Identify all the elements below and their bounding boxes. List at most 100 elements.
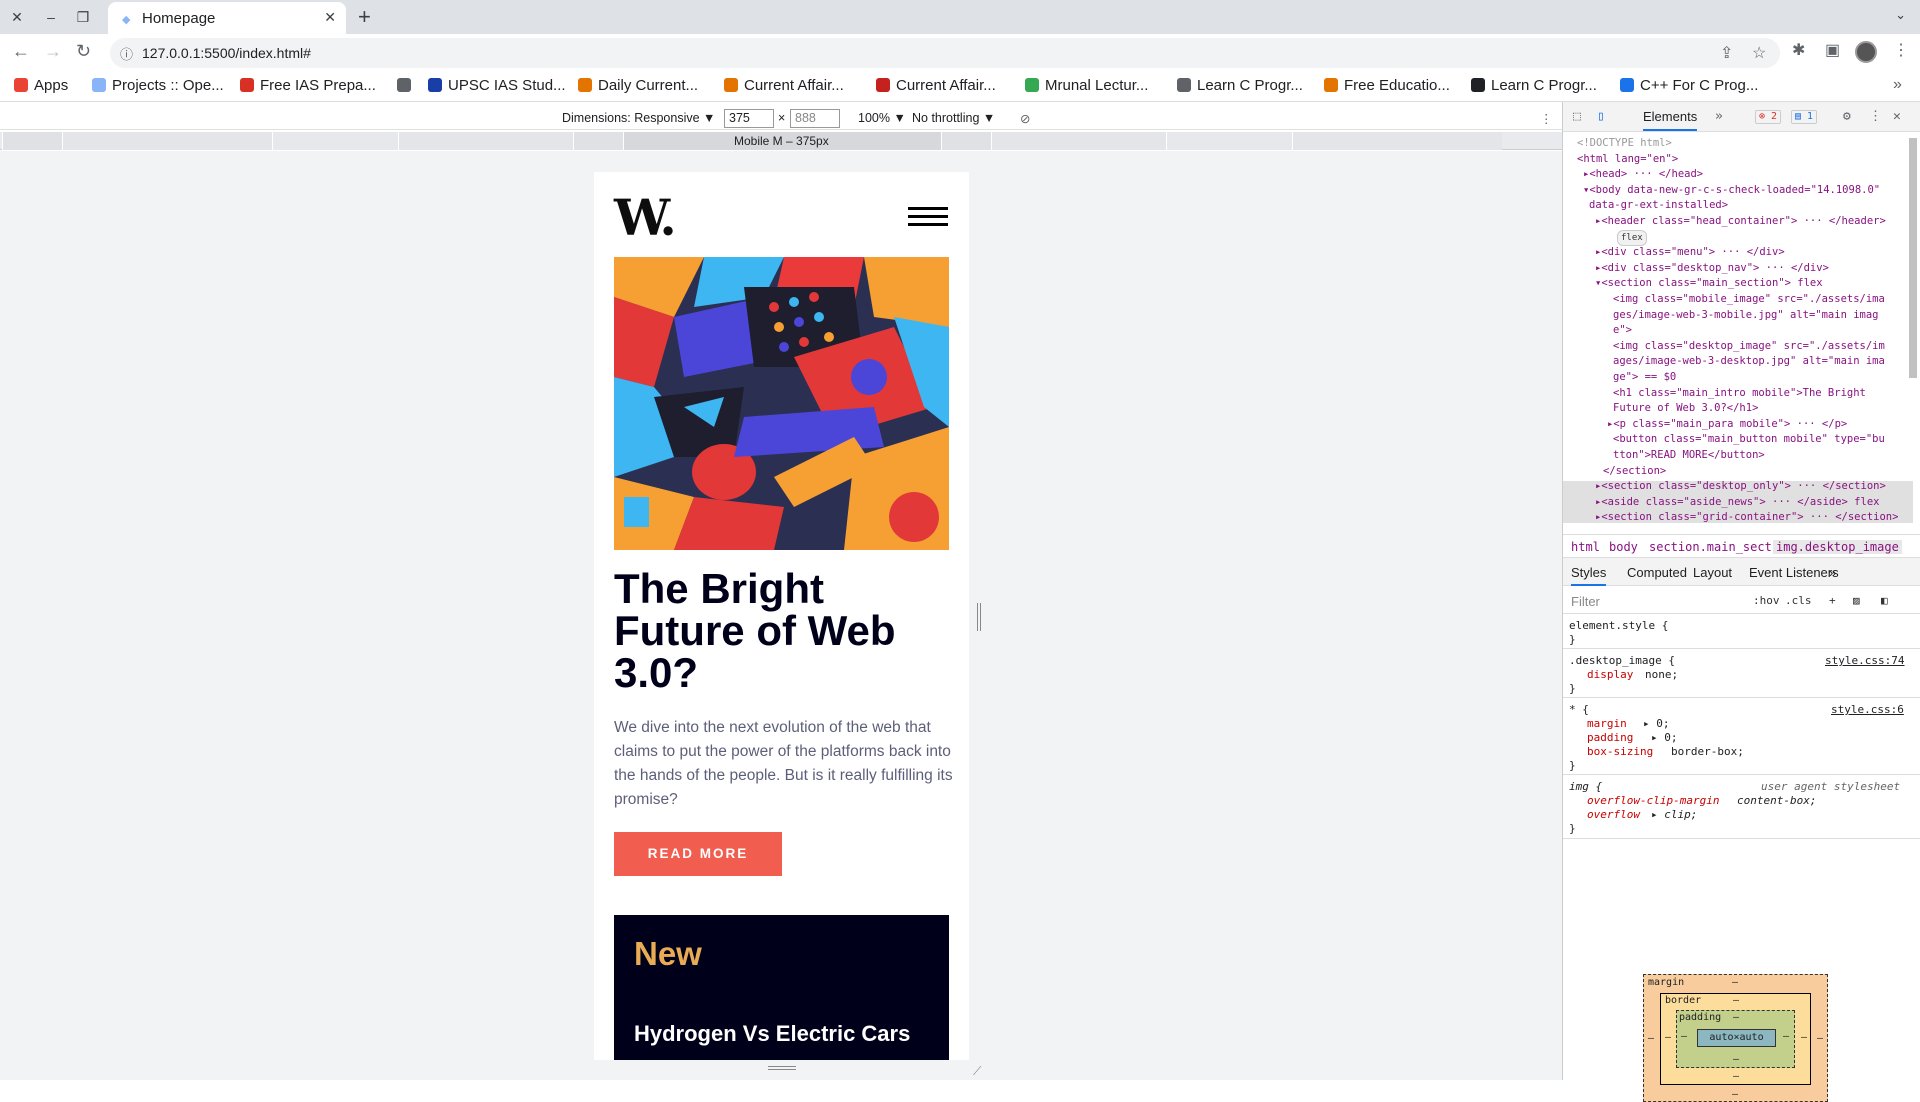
dom-tree[interactable]: <!DOCTYPE html> <html lang="en"> ▸<head> ·… — [1563, 134, 1913, 529]
minimize-window-icon[interactable]: – — [40, 6, 62, 28]
dom-node-line[interactable]: <img class="desktop_image" src="./assets… — [1613, 339, 1885, 353]
styles-tab[interactable]: » — [1829, 565, 1836, 580]
dom-node-line[interactable]: tton">READ MORE</button> — [1613, 448, 1765, 462]
border-top-value[interactable]: – — [1733, 995, 1739, 1006]
bookmark-item[interactable]: Free Educatio... — [1324, 77, 1450, 94]
dom-node-line[interactable]: Future of Web 3.0?</h1> — [1613, 401, 1758, 415]
back-arrow-icon[interactable]: ← — [12, 41, 30, 62]
bookmark-item[interactable]: Learn C Progr... — [1177, 77, 1303, 94]
add-rule-icon[interactable]: + — [1829, 594, 1836, 607]
viewport-resize-handle-bottom[interactable] — [768, 1066, 796, 1070]
browser-tab-homepage[interactable]: ◆ Homepage ✕ — [108, 2, 346, 34]
errors-badge[interactable]: ⊗ 2 — [1755, 110, 1782, 124]
margin-top-value[interactable]: – — [1732, 977, 1738, 988]
bookmark-item[interactable]: Projects :: Ope... — [92, 77, 224, 94]
dom-node-line[interactable]: ▸<div class="menu"> ··· </div> — [1595, 245, 1785, 259]
padding-right-value[interactable]: – — [1783, 1031, 1789, 1042]
ruler-segment[interactable] — [573, 132, 623, 150]
dom-node-line[interactable]: ▸<header class="head_container"> ··· </h… — [1595, 214, 1886, 228]
dom-node-line[interactable]: <h1 class="main_intro mobile">The Bright — [1613, 386, 1866, 400]
bookmark-item[interactable]: Daily Current... — [578, 77, 698, 94]
dom-node-line[interactable]: ▸<div class="desktop_nav"> ··· </div> — [1595, 261, 1829, 275]
dom-node-line[interactable]: <!DOCTYPE html> — [1577, 136, 1672, 150]
info-icon[interactable]: ⓘ — [120, 44, 133, 63]
viewport-resize-corner[interactable]: ⟋ — [973, 1064, 981, 1079]
styles-tab[interactable]: Event Listeners — [1749, 565, 1839, 580]
bookmark-star-icon[interactable]: ☆ — [1752, 43, 1766, 63]
messages-badge[interactable]: ▤ 1 — [1791, 110, 1818, 124]
dom-node-line[interactable]: <img class="mobile_image" src="./assets/… — [1613, 292, 1885, 306]
viewport-resize-handle-right[interactable] — [977, 603, 981, 631]
zoom-select[interactable]: 100% ▼ — [858, 111, 906, 125]
dom-node-line[interactable]: flex — [1617, 229, 1647, 246]
hov-toggle[interactable]: :hov — [1753, 594, 1780, 607]
forward-arrow-icon[interactable]: → — [44, 41, 62, 62]
css-value[interactable]: ▸ 0; — [1651, 731, 1678, 745]
breadcrumb-item[interactable]: body — [1609, 540, 1638, 554]
paint-icon[interactable]: ▨ — [1853, 594, 1860, 607]
dom-node-line[interactable]: ▸<p class="main_para mobile"> ··· </p> — [1607, 417, 1847, 431]
rotate-icon[interactable]: ⊘ — [1020, 111, 1030, 126]
share-icon[interactable]: ⇪ — [1720, 43, 1733, 63]
dom-node-line[interactable]: e"> — [1613, 323, 1632, 337]
close-devtools-icon[interactable]: ✕ — [1893, 109, 1901, 124]
address-bar[interactable]: ⓘ 127.0.0.1:5500/index.html# ⇪ ☆ — [110, 38, 1780, 68]
border-bottom-value[interactable]: – — [1733, 1071, 1739, 1082]
ruler-segment[interactable] — [1292, 132, 1502, 150]
url-text[interactable]: 127.0.0.1:5500/index.html# — [142, 45, 311, 61]
universal-source-link[interactable]: style.css:6 — [1831, 703, 1904, 717]
hamburger-menu-icon[interactable] — [908, 207, 948, 227]
sidebar-toggle-icon[interactable]: ◧ — [1881, 594, 1888, 607]
site-logo[interactable]: W. — [614, 188, 677, 247]
dom-node-line[interactable]: <html lang="en"> — [1577, 152, 1678, 166]
ruler-segment[interactable] — [1166, 132, 1292, 150]
dom-node-line[interactable]: data-gr-ext-installed> — [1589, 198, 1728, 212]
box-model-border[interactable]: border – – – – padding – – – – auto×auto — [1660, 993, 1811, 1085]
css-value[interactable]: none; — [1645, 668, 1678, 682]
tab-elements[interactable]: Elements — [1643, 109, 1698, 131]
bookmark-item[interactable] — [397, 77, 417, 94]
desktop-image-source-link[interactable]: style.css:74 — [1825, 654, 1904, 668]
css-property[interactable]: display — [1587, 668, 1633, 682]
dom-node-line[interactable]: ages/image-web-3-desktop.jpg" alt="main … — [1613, 354, 1885, 368]
bookmark-item[interactable]: C++ For C Prog... — [1620, 77, 1758, 94]
dom-node-line[interactable]: ▾<body data-new-gr-c-s-check-loaded="14.… — [1583, 183, 1880, 197]
css-property[interactable]: margin — [1587, 717, 1627, 731]
ruler-segment[interactable] — [272, 132, 398, 150]
css-value[interactable]: border-box; — [1671, 745, 1744, 759]
throttling-select[interactable]: No throttling ▼ — [912, 111, 995, 125]
ruler-segment[interactable] — [2, 132, 62, 150]
bookmark-item[interactable]: Mrunal Lectur... — [1025, 77, 1148, 94]
news-item-title[interactable]: Hydrogen Vs Electric Cars — [634, 1021, 910, 1047]
element-style-selector[interactable]: element.style { — [1569, 619, 1668, 633]
tab-close-icon[interactable]: ✕ — [324, 9, 336, 26]
filter-input[interactable]: Filter — [1571, 594, 1600, 609]
bookmark-item[interactable]: Current Affair... — [876, 77, 996, 94]
dimensions-select[interactable]: Dimensions: Responsive ▼ — [562, 111, 715, 125]
profile-avatar[interactable] — [1855, 41, 1877, 63]
padding-top-value[interactable]: – — [1733, 1012, 1739, 1023]
width-input[interactable]: 375 — [724, 109, 774, 128]
more-bookmarks-icon[interactable]: » — [1893, 76, 1902, 94]
device-options-icon[interactable]: ⋮ — [1540, 111, 1553, 126]
breadcrumb-item[interactable]: section.main_section — [1649, 540, 1794, 554]
dom-node-line[interactable]: ▸<section class="grid-container"> ··· </… — [1595, 510, 1898, 524]
padding-bottom-value[interactable]: – — [1733, 1054, 1739, 1065]
bookmark-item[interactable]: UPSC IAS Stud... — [428, 77, 566, 94]
cls-toggle[interactable]: .cls — [1785, 594, 1812, 607]
dom-scrollbar[interactable] — [1909, 138, 1917, 378]
dom-node-line[interactable]: ▸<section class="desktop_only"> ··· </se… — [1595, 479, 1886, 493]
bookmark-item[interactable]: Current Affair... — [724, 77, 844, 94]
device-toggle-icon[interactable]: ▯ — [1597, 109, 1605, 124]
bookmark-item[interactable]: Free IAS Prepa... — [240, 77, 376, 94]
restore-window-icon[interactable]: ❐ — [72, 6, 94, 28]
css-property[interactable]: overflow — [1587, 808, 1640, 822]
styles-tab[interactable]: Computed — [1627, 565, 1687, 580]
bookmark-item[interactable]: Learn C Progr... — [1471, 77, 1597, 94]
margin-bottom-value[interactable]: – — [1732, 1089, 1738, 1100]
css-property[interactable]: box-sizing — [1587, 745, 1653, 759]
extensions-puzzle-icon[interactable]: ✱ — [1792, 40, 1805, 60]
desktop-image-selector[interactable]: .desktop_image { — [1569, 654, 1675, 668]
more-tabs-icon[interactable]: » — [1715, 109, 1723, 124]
dom-node-line[interactable]: <button class="main_button mobile" type=… — [1613, 432, 1885, 446]
